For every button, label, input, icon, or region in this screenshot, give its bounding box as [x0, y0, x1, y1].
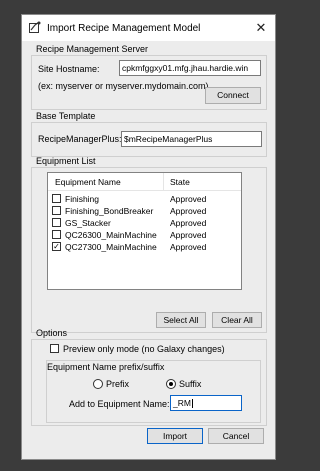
row-checkbox[interactable] [52, 194, 61, 203]
row-checkbox[interactable]: ✓ [52, 242, 61, 251]
equipment-listbox[interactable]: Equipment Name State Finishing Approved … [47, 172, 242, 290]
template-field-label: RecipeManagerPlus: [38, 134, 122, 144]
radio-selected-dot [169, 382, 173, 386]
equipment-list-header: Equipment Name State [48, 173, 241, 191]
title-bar[interactable]: Import Recipe Management Model ✕ [22, 15, 275, 41]
equipment-name: Finishing_BondBreaker [65, 206, 154, 216]
select-all-button[interactable]: Select All [156, 312, 206, 328]
row-checkbox[interactable] [52, 230, 61, 239]
text-cursor [192, 399, 193, 408]
prefix-suffix-group: Equipment Name prefix/suffix Prefix Suff… [46, 360, 261, 423]
equipment-name: Finishing [65, 194, 100, 204]
prefix-label[interactable]: Prefix [106, 379, 129, 389]
preview-checkbox[interactable] [50, 344, 59, 353]
preview-label[interactable]: Preview only mode (no Galaxy changes) [63, 344, 225, 354]
equipment-row[interactable]: GS_Stacker Approved [52, 217, 238, 229]
window-title: Import Recipe Management Model [47, 23, 201, 34]
server-group-label: Recipe Management Server [36, 44, 149, 54]
template-group-label: Base Template [36, 111, 96, 121]
equipment-name: GS_Stacker [65, 218, 111, 228]
server-group: Site Hostname: cpkmfggxy01.mfg.jhau.hard… [31, 55, 267, 110]
close-icon[interactable]: ✕ [251, 18, 271, 38]
add-to-name-value: _RM [173, 398, 191, 408]
equipment-state: Approved [170, 206, 207, 216]
row-checkbox[interactable] [52, 218, 61, 227]
equipment-row[interactable]: QC26300_MainMachine Approved [52, 229, 238, 241]
suffix-label[interactable]: Suffix [179, 379, 201, 389]
equipment-name: QC27300_MainMachine [65, 242, 157, 252]
connect-button[interactable]: Connect [205, 87, 261, 104]
template-group: RecipeManagerPlus: $mRecipeManagerPlus [31, 122, 267, 157]
hostname-input[interactable]: cpkmfggxy01.mfg.jhau.hardie.win [119, 60, 261, 76]
add-to-name-input[interactable]: _RM [170, 395, 242, 411]
options-group: Preview only mode (no Galaxy changes) Eq… [31, 339, 267, 426]
equipment-row[interactable]: Finishing Approved [52, 193, 238, 205]
row-checkbox[interactable] [52, 206, 61, 215]
equipment-row[interactable]: Finishing_BondBreaker Approved [52, 205, 238, 217]
import-button[interactable]: Import [147, 428, 203, 444]
column-divider [163, 173, 164, 190]
column-header-name[interactable]: Equipment Name [55, 177, 121, 187]
equipment-name: QC26300_MainMachine [65, 230, 157, 240]
clear-all-button[interactable]: Clear All [212, 312, 262, 328]
equipment-state: Approved [170, 218, 207, 228]
prefix-radio[interactable] [93, 379, 103, 389]
app-icon [29, 21, 41, 33]
template-input[interactable]: $mRecipeManagerPlus [121, 131, 262, 147]
options-group-label: Options [36, 328, 68, 338]
suffix-radio[interactable] [166, 379, 176, 389]
column-header-state[interactable]: State [170, 177, 190, 187]
hostname-example: (ex: myserver or myserver.mydomain.com) [38, 81, 209, 91]
prefix-suffix-label: Equipment Name prefix/suffix [47, 362, 165, 372]
add-to-name-label: Add to Equipment Name: [69, 399, 170, 409]
equipment-state: Approved [170, 242, 207, 252]
cancel-button[interactable]: Cancel [208, 428, 264, 444]
equipment-row[interactable]: ✓ QC27300_MainMachine Approved [52, 241, 238, 253]
equipment-state: Approved [170, 194, 207, 204]
equipment-state: Approved [170, 230, 207, 240]
hostname-label: Site Hostname: [38, 64, 100, 74]
equipment-group-label: Equipment List [36, 156, 96, 166]
import-dialog: Import Recipe Management Model ✕ Recipe … [21, 14, 276, 460]
equipment-group: Equipment Name State Finishing Approved … [31, 167, 267, 333]
